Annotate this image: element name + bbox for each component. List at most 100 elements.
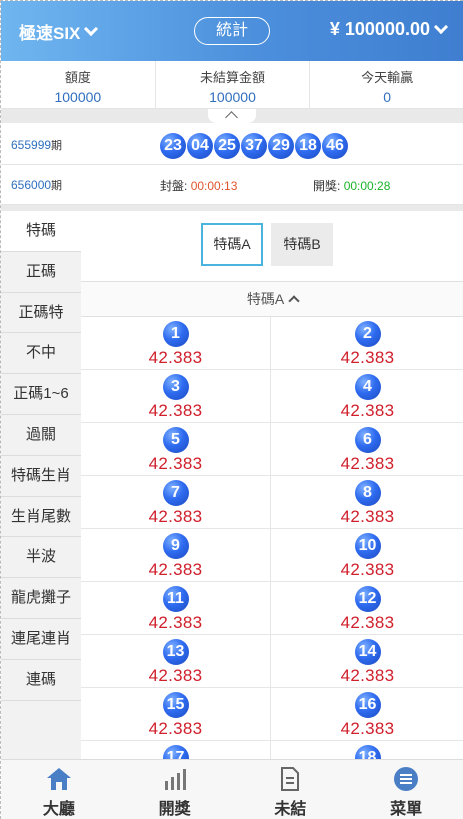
document-icon xyxy=(233,766,349,792)
result-ball: 04 xyxy=(187,133,213,159)
number-cell[interactable]: 5 42.383 xyxy=(81,423,271,476)
previous-period: 655999期 xyxy=(11,137,62,153)
sidebar-item-zhengma-1-6[interactable]: 正碼1~6 xyxy=(1,374,81,415)
odds-value: 42.383 xyxy=(148,454,203,473)
number-ball: 2 xyxy=(354,321,381,347)
balance-value: ¥ 100000.00 xyxy=(329,19,430,39)
stat-unsettled: 未結算金額 100000 xyxy=(156,61,311,108)
stat-value: 100000 xyxy=(209,89,256,105)
number-cell[interactable]: 9 42.383 xyxy=(81,529,271,582)
nav-results[interactable]: 開獎 xyxy=(117,760,233,819)
nav-unsettled[interactable]: 未結 xyxy=(233,760,349,819)
stat-label: 未結算金額 xyxy=(200,70,266,85)
sidebar-item-buzhong[interactable]: 不中 xyxy=(1,333,81,375)
number-ball: 5 xyxy=(162,427,189,453)
bet-panel: 特碼A 特碼B 特碼A 1 42.383 2 42.383 3 42.383 4 42.383… xyxy=(81,211,463,759)
number-ball: 6 xyxy=(354,427,381,453)
sidebar-item-tema-shengxiao[interactable]: 特碼生肖 xyxy=(1,456,81,497)
number-cell[interactable]: 4 42.383 xyxy=(271,370,463,423)
number-ball: 1 xyxy=(162,321,189,347)
number-cell[interactable]: 6 42.383 xyxy=(271,423,463,476)
number-cell[interactable]: 8 42.383 xyxy=(271,476,463,529)
number-ball: 8 xyxy=(354,480,381,506)
stat-value: 0 xyxy=(383,89,392,105)
number-cell[interactable]: 3 42.383 xyxy=(81,370,271,423)
chevron-up-icon xyxy=(225,111,238,124)
subtab-switch: 特碼A 特碼B xyxy=(201,223,333,266)
number-ball: 9 xyxy=(162,533,189,559)
result-ball: 46 xyxy=(322,133,348,159)
number-cell[interactable]: 10 42.383 xyxy=(271,529,463,582)
number-ball: 16 xyxy=(354,692,381,718)
number-ball: 17 xyxy=(162,745,189,759)
number-cell[interactable]: 16 42.383 xyxy=(271,688,463,741)
result-ball: 25 xyxy=(214,133,240,159)
nav-label: 未結 xyxy=(274,801,307,818)
stat-label: 今天輸贏 xyxy=(361,70,414,85)
stat-today-winloss: 今天輸贏 0 xyxy=(310,61,463,108)
number-cell[interactable]: 11 42.383 xyxy=(81,582,271,635)
nav-label: 開獎 xyxy=(158,801,191,818)
number-ball: 10 xyxy=(354,533,381,559)
number-ball: 15 xyxy=(162,692,189,718)
number-cell[interactable]: 15 42.383 xyxy=(81,688,271,741)
bottom-nav: 大廳 開獎 未結 菜單 xyxy=(1,759,463,819)
current-period: 656000期 xyxy=(11,177,62,193)
number-ball: 4 xyxy=(354,374,381,400)
sidebar-item-zhengma[interactable]: 正碼 xyxy=(1,252,81,293)
number-cell[interactable]: 14 42.383 xyxy=(271,635,463,688)
nav-menu[interactable]: 菜單 xyxy=(348,760,463,819)
number-grid: 1 42.383 2 42.383 3 42.383 4 42.383 5 42.383 6 42.3… xyxy=(81,317,463,759)
sidebar-item-guoguan[interactable]: 過關 xyxy=(1,415,81,456)
sidebar-item-shengxiao-weishu[interactable]: 生肖尾數 xyxy=(1,497,81,538)
odds-value: 42.383 xyxy=(340,613,395,632)
number-cell[interactable]: 12 42.383 xyxy=(271,582,463,635)
number-ball: 7 xyxy=(162,480,189,506)
balance-selector[interactable]: ¥ 100000.00 xyxy=(329,19,449,40)
collapse-bar xyxy=(1,109,463,124)
result-ball: 37 xyxy=(241,133,267,159)
sidebar-item-banbo[interactable]: 半波 xyxy=(1,537,81,579)
number-cell[interactable]: 1 42.383 xyxy=(81,317,271,370)
tab-tema-b[interactable]: 特碼B xyxy=(271,223,333,266)
game-name: 極速SIX xyxy=(19,24,81,43)
chevron-down-icon xyxy=(433,19,449,35)
odds-value: 42.383 xyxy=(340,454,395,473)
result-balls: 23 04 25 37 29 18 46 xyxy=(160,133,348,159)
sidebar-item-tema[interactable]: 特碼 xyxy=(1,211,81,252)
number-cell[interactable]: 2 42.383 xyxy=(271,317,463,370)
open-time: 00:00:28 xyxy=(343,179,391,193)
open-label: 開獎: xyxy=(313,179,341,193)
stats-button[interactable]: 統計 xyxy=(194,17,270,45)
odds-value: 42.383 xyxy=(148,666,203,685)
sidebar-item-lianma[interactable]: 連碼 xyxy=(1,660,81,701)
section-header[interactable]: 特碼A xyxy=(81,281,463,317)
number-ball: 11 xyxy=(162,586,189,612)
number-ball: 14 xyxy=(354,639,381,665)
number-cell[interactable]: 18 xyxy=(271,741,463,759)
sidebar-item-longhu[interactable]: 龍虎攤子 xyxy=(1,578,81,619)
stat-value: 100000 xyxy=(54,89,102,105)
odds-value: 42.383 xyxy=(340,719,395,738)
number-cell[interactable]: 13 42.383 xyxy=(81,635,271,688)
menu-icon xyxy=(348,766,463,792)
number-ball: 18 xyxy=(354,745,381,759)
odds-value: 42.383 xyxy=(340,560,395,579)
previous-draw-row: 655999期 23 04 25 37 29 18 46 xyxy=(1,125,463,165)
nav-lobby[interactable]: 大廳 xyxy=(1,760,117,819)
result-ball: 29 xyxy=(268,133,294,159)
open-timer: 開獎: 00:00:28 xyxy=(313,177,390,194)
collapse-toggle[interactable] xyxy=(208,109,256,124)
period-suffix: 期 xyxy=(51,180,63,192)
odds-value: 42.383 xyxy=(148,348,203,367)
period-suffix: 期 xyxy=(51,140,63,152)
close-label: 封盤: xyxy=(160,179,188,193)
sidebar-item-zhengmate[interactable]: 正碼特 xyxy=(1,293,81,334)
sidebar-item-lianwei-lianxiao[interactable]: 連尾連肖 xyxy=(1,619,81,660)
tab-tema-a[interactable]: 特碼A xyxy=(201,223,263,266)
close-time: 00:00:13 xyxy=(190,179,238,193)
number-cell[interactable]: 17 xyxy=(81,741,271,759)
game-selector[interactable]: 極速SIX xyxy=(19,19,99,44)
number-cell[interactable]: 7 42.383 xyxy=(81,476,271,529)
result-ball: 18 xyxy=(295,133,321,159)
